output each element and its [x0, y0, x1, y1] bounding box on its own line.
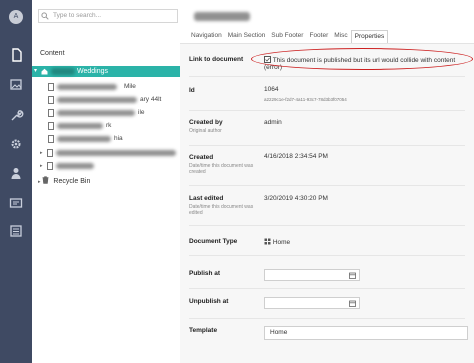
tree-node[interactable]: ary 44lt: [48, 95, 178, 105]
search-icon: [41, 12, 49, 20]
expand-arrow-icon[interactable]: ▸: [38, 179, 41, 185]
media-section-icon[interactable]: [8, 78, 24, 92]
document-type-text: Home: [272, 239, 291, 246]
unpublish-at-date-input[interactable]: [264, 297, 360, 309]
editor-panel: Navigation Main Section Sub Footer Foote…: [180, 0, 474, 363]
tree-node-label: ary 44lt: [140, 96, 162, 103]
tree-node-label: hia: [114, 135, 123, 142]
redacted-text: [57, 97, 137, 103]
expand-arrow-icon[interactable]: ▸: [40, 148, 43, 158]
tree-node-label: Weddings: [77, 68, 109, 75]
members-user-icon[interactable]: [8, 166, 24, 180]
document-icon: [48, 122, 54, 130]
tab-properties[interactable]: Properties: [350, 30, 389, 43]
created-by-label: Created by: [189, 119, 223, 126]
section-rail: A: [0, 0, 32, 363]
last-edited-value: 3/20/2019 4:30:20 PM: [264, 195, 328, 202]
tree-node[interactable]: ▸: [40, 161, 178, 171]
redacted-text: [57, 84, 117, 90]
tree-node-label: Mile: [124, 83, 136, 90]
created-by-description: Original author: [189, 128, 222, 134]
properties-panel: Link to document This document is publis…: [180, 44, 474, 363]
divider: [189, 318, 465, 319]
created-by-value: admin: [264, 119, 282, 126]
tab-footer[interactable]: Footer: [306, 30, 331, 42]
grid-icon: [264, 238, 271, 245]
document-icon: [48, 96, 54, 104]
tab-main-section[interactable]: Main Section: [225, 30, 269, 42]
forms-card-icon[interactable]: [8, 196, 24, 210]
redacted-text: [56, 150, 176, 156]
created-label: Created: [189, 154, 214, 161]
tree-node[interactable]: Mile: [48, 82, 178, 92]
translation-list-icon[interactable]: [8, 224, 24, 238]
document-icon: [48, 109, 54, 117]
created-value: 4/16/2018 2:34:54 PM: [264, 153, 328, 160]
tab-sub-footer[interactable]: Sub Footer: [268, 30, 306, 42]
tree-node-label: Recycle Bin: [53, 178, 91, 185]
tab-bar: Navigation Main Section Sub Footer Foote…: [188, 30, 389, 43]
tab-navigation[interactable]: Navigation: [188, 30, 225, 42]
divider: [189, 255, 465, 256]
publish-at-label: Publish at: [189, 270, 221, 277]
id-guid: a2229c1e-f2d7-4a11-93c7-78d3b3f07054: [264, 97, 347, 102]
divider: [189, 145, 465, 146]
divider: [189, 225, 465, 226]
unpublish-at-label: Unpublish at: [189, 298, 229, 305]
document-type-value[interactable]: Home: [264, 238, 290, 246]
publish-at-date-input[interactable]: [264, 269, 360, 281]
tab-misc[interactable]: Misc: [331, 30, 350, 42]
template-select[interactable]: Home: [264, 326, 468, 340]
tree-node[interactable]: ile: [48, 108, 178, 118]
content-section-icon[interactable]: [8, 48, 24, 62]
expand-arrow-icon[interactable]: ▸: [40, 161, 43, 171]
last-edited-label: Last edited: [189, 195, 224, 202]
settings-wrench-icon[interactable]: [8, 108, 24, 122]
last-edited-description: Date/time this document was edited: [189, 204, 254, 216]
document-icon: [47, 149, 53, 157]
trash-icon: [42, 176, 49, 184]
redacted-text: [51, 68, 75, 75]
highlight-annotation: [251, 48, 473, 70]
divider: [189, 110, 465, 111]
redacted-text: [56, 163, 94, 169]
calendar-icon[interactable]: [349, 300, 356, 307]
tree-node[interactable]: hia: [48, 134, 178, 144]
document-icon: [47, 162, 53, 170]
divider: [189, 185, 465, 186]
content-section-title: Content: [40, 50, 65, 57]
redacted-text: [57, 136, 111, 142]
gear-icon[interactable]: [8, 137, 24, 151]
tree-node[interactable]: ▸: [40, 148, 178, 158]
document-icon: [48, 135, 54, 143]
document-type-label: Document Type: [189, 238, 238, 245]
divider: [189, 76, 465, 77]
link-label: Link to document: [189, 56, 244, 63]
home-icon: [41, 68, 48, 75]
redacted-node-name: [194, 12, 250, 21]
expand-arrow-icon[interactable]: ▾: [34, 66, 37, 77]
editor-header: Navigation Main Section Sub Footer Foote…: [180, 0, 474, 44]
document-icon: [48, 83, 54, 91]
redacted-text: [57, 123, 103, 129]
content-tree-panel: Type to search... Content ▾ Weddings Mil…: [32, 0, 181, 363]
id-value: 1064: [264, 86, 279, 93]
tree-node-label: ile: [138, 109, 145, 116]
calendar-icon[interactable]: [349, 272, 356, 279]
tree-node-recycle-bin[interactable]: ▸ Recycle Bin: [38, 176, 90, 185]
created-description: Date/time this document was created: [189, 163, 254, 175]
user-avatar[interactable]: A: [9, 10, 23, 24]
template-label: Template: [189, 327, 218, 334]
redacted-text: [57, 110, 135, 116]
tree-node[interactable]: rk: [48, 121, 178, 131]
id-label: Id: [189, 87, 195, 94]
search-input[interactable]: Type to search...: [38, 9, 178, 23]
divider: [189, 288, 465, 289]
tree-node-root[interactable]: ▾ Weddings: [32, 66, 180, 77]
tree-node-label: rk: [106, 122, 112, 129]
